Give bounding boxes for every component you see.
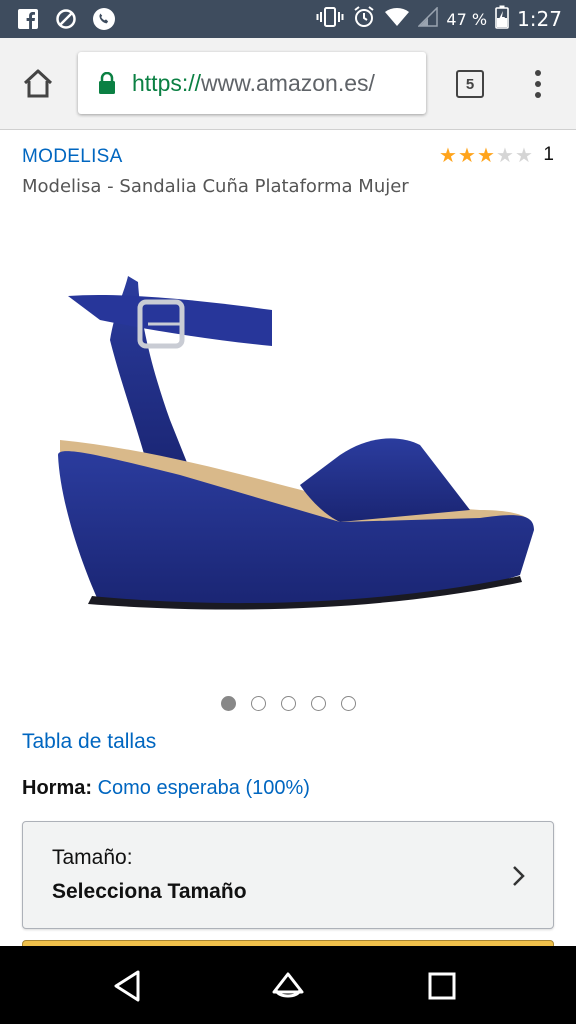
sandal-image <box>58 276 534 610</box>
overflow-menu-icon[interactable] <box>530 68 546 100</box>
star-icon: ★ <box>438 143 457 167</box>
star-rating: ★ ★ ★ ★ ★ <box>438 144 533 166</box>
browser-toolbar: https://www.amazon.es/ 5 <box>0 38 576 130</box>
phone-icon <box>92 7 116 31</box>
rating[interactable]: ★ ★ ★ ★ ★ 1 <box>438 144 554 166</box>
fit-label: Horma: <box>22 777 93 799</box>
rating-count: 1 <box>543 144 554 165</box>
back-icon[interactable] <box>108 966 148 1006</box>
carousel-dot[interactable] <box>310 696 326 711</box>
carousel-dot[interactable] <box>220 696 236 711</box>
tab-switcher-button[interactable]: 5 <box>456 70 484 98</box>
star-icon: ★ <box>457 143 476 167</box>
clock: 1:27 <box>517 7 562 31</box>
url-host: www.amazon.es/ <box>201 69 375 96</box>
url-bar[interactable]: https://www.amazon.es/ <box>78 52 426 114</box>
brand-link[interactable]: MODELISA <box>22 146 123 168</box>
blocked-icon <box>54 7 78 31</box>
star-icon: ★ <box>495 143 514 167</box>
facebook-icon <box>16 7 40 31</box>
tab-count: 5 <box>465 75 475 93</box>
carousel-dot[interactable] <box>280 696 296 711</box>
battery-icon <box>495 5 509 34</box>
product-title: Modelisa - Sandalia Cuña Plataforma Muje… <box>22 176 409 197</box>
fit-info: Horma: Como esperaba (100%) <box>22 777 310 800</box>
alarm-icon <box>352 5 376 34</box>
wifi-icon <box>384 6 410 33</box>
home-circle-icon[interactable] <box>268 966 308 1006</box>
signal-icon <box>417 5 439 32</box>
url-scheme: https:// <box>132 69 202 96</box>
image-carousel-dots <box>0 696 576 711</box>
size-selector-value: Selecciona Tamaño <box>52 880 247 903</box>
size-selector-button[interactable]: Tamaño: Selecciona Tamaño <box>22 821 554 929</box>
size-selector-label: Tamaño: <box>52 846 133 869</box>
android-nav-bar <box>0 946 576 1024</box>
chevron-right-icon <box>511 864 527 888</box>
fit-value-link[interactable]: Como esperaba (100%) <box>98 777 310 799</box>
status-bar: 47 % 1:27 <box>0 0 576 38</box>
recent-apps-icon[interactable] <box>422 966 462 1006</box>
lock-icon <box>98 71 116 94</box>
vibrate-icon <box>316 6 344 33</box>
product-image[interactable] <box>40 260 550 630</box>
carousel-dot[interactable] <box>250 696 266 711</box>
star-icon: ★ <box>514 143 533 167</box>
carousel-dot[interactable] <box>340 696 356 711</box>
star-icon: ★ <box>476 143 495 167</box>
battery-percent: 47 % <box>446 9 488 29</box>
size-chart-link[interactable]: Tabla de tallas <box>22 730 156 754</box>
url-text: https://www.amazon.es/ <box>132 70 375 97</box>
home-icon[interactable] <box>20 66 56 102</box>
